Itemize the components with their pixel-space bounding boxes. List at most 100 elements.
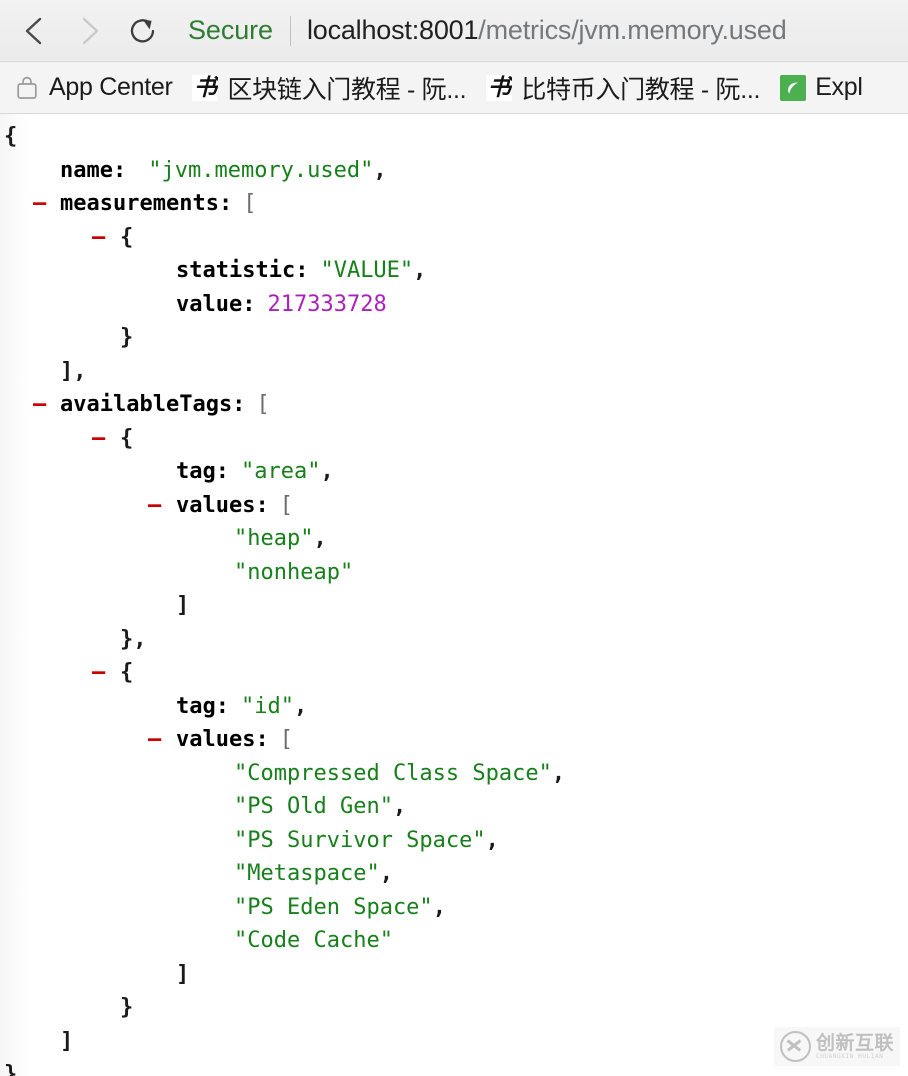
- json-line: "heap",: [0, 522, 908, 556]
- json-array-item: "nonheap": [234, 559, 354, 585]
- json-value-statistic: "VALUE": [320, 258, 414, 283]
- bookmark-label: 比特币入门教程 - 阮...: [521, 75, 761, 104]
- bookmark-explore[interactable]: Expl: [772, 70, 870, 105]
- bracket-close: ]: [176, 961, 190, 987]
- favicon-glyph: 书: [486, 74, 513, 101]
- comma: ,: [551, 760, 566, 786]
- brace-close: },: [120, 626, 147, 652]
- json-array-item: "PS Eden Space": [234, 894, 433, 920]
- comma: ,: [432, 894, 446, 920]
- json-value-value: 217333728: [267, 291, 387, 317]
- bookmark-label: 区块链入门教程 - 阮...: [227, 75, 467, 104]
- bracket-open: [: [279, 492, 293, 518]
- json-line: "PS Eden Space",: [0, 891, 908, 925]
- comma: ,: [485, 827, 499, 853]
- browser-chrome: Secure localhost:8001/metrics/jvm.memory…: [0, 0, 908, 114]
- comma: ,: [293, 693, 308, 719]
- json-line: ],: [0, 355, 908, 389]
- browser-toolbar: Secure localhost:8001/metrics/jvm.memory…: [0, 0, 908, 62]
- url-path: /metrics/jvm.memory.used: [478, 15, 787, 45]
- collapse-toggle-measurement-item[interactable]: –: [92, 221, 105, 255]
- favicon-glyph: 书: [192, 74, 219, 101]
- json-key-name: name:: [60, 157, 127, 183]
- json-key-values: values:: [176, 492, 269, 518]
- json-line: ]: [0, 958, 908, 992]
- json-value-tag: "id": [240, 693, 294, 719]
- bookmark-label: Expl: [815, 73, 863, 101]
- shopping-bag-icon: [14, 75, 40, 101]
- collapse-toggle-values-area[interactable]: –: [148, 489, 161, 523]
- bookmark-blockchain-tutorial[interactable]: 书 区块链入门教程 - 阮...: [184, 67, 474, 109]
- json-line: – availableTags:[: [0, 388, 908, 422]
- comma: ,: [320, 459, 334, 484]
- back-arrow-icon: [25, 17, 42, 44]
- json-key-tag: tag:: [176, 459, 229, 484]
- collapse-toggle-measurements[interactable]: –: [33, 187, 46, 221]
- json-line: tag: "area",: [0, 455, 908, 489]
- brace-open: {: [120, 224, 134, 250]
- reload-icon: [130, 18, 155, 42]
- back-button[interactable]: [8, 4, 62, 58]
- brace-close: }: [4, 1062, 18, 1076]
- cn-calligraphy-favicon: 书: [486, 74, 513, 101]
- json-key-values: values:: [176, 727, 269, 752]
- json-array-item: "Code Cache": [234, 928, 393, 953]
- bracket-close: ]: [176, 593, 190, 618]
- bracket-close: ],: [60, 358, 87, 384]
- brace-close: }: [120, 995, 134, 1020]
- json-array-item: "PS Survivor Space": [234, 827, 486, 853]
- bracket-open: [: [279, 727, 293, 752]
- json-array-item: "heap": [234, 526, 314, 551]
- comma: ,: [379, 861, 393, 886]
- collapse-toggle-tag-area[interactable]: –: [92, 422, 105, 456]
- comma: ,: [313, 526, 327, 551]
- watermark-en-text: CHUANGXIN HULIAN: [815, 1052, 884, 1060]
- comma: ,: [373, 157, 387, 183]
- brace-open: {: [120, 425, 134, 451]
- bookmark-bitcoin-tutorial[interactable]: 书 比特币入门教程 - 阮...: [478, 67, 768, 109]
- bracket-open: [: [243, 191, 257, 216]
- reload-button[interactable]: [116, 4, 170, 58]
- json-line: "Compressed Class Space",: [0, 757, 908, 791]
- brace-open: {: [120, 660, 134, 685]
- json-line: – measurements:[: [0, 187, 908, 221]
- collapse-toggle-tag-id[interactable]: –: [92, 656, 105, 690]
- json-line: {: [0, 120, 908, 154]
- collapse-toggle-values-id[interactable]: –: [148, 723, 161, 757]
- address-bar[interactable]: Secure localhost:8001/metrics/jvm.memory…: [170, 0, 908, 62]
- watermark-logo-icon: [779, 1031, 811, 1062]
- bookmark-app-center[interactable]: App Center: [6, 70, 180, 105]
- json-line: "Metaspace",: [0, 857, 908, 891]
- green-leaf-favicon: [780, 74, 807, 101]
- collapse-toggle-availabletags[interactable]: –: [33, 388, 46, 422]
- json-line: ]: [0, 589, 908, 623]
- json-key-tag: tag:: [176, 693, 229, 719]
- comma: ,: [392, 794, 407, 819]
- json-viewer-body: { name: "jvm.memory.used", – measurements:…: [0, 114, 908, 1076]
- json-line: "PS Survivor Space",: [0, 824, 908, 858]
- security-indicator: Secure: [188, 15, 273, 45]
- json-array-item: "Compressed Class Space": [234, 760, 552, 786]
- json-line: –{: [0, 221, 908, 255]
- forward-arrow-icon: [82, 17, 99, 44]
- json-value-name: "jvm.memory.used": [148, 157, 374, 183]
- url-text: localhost:8001/metrics/jvm.memory.used: [307, 15, 787, 46]
- json-line: "Code Cache": [0, 924, 908, 958]
- url-host: localhost:8001: [306, 15, 479, 45]
- cn-calligraphy-favicon: 书: [192, 74, 219, 101]
- json-line: }: [0, 321, 908, 355]
- json-line: },: [0, 623, 908, 657]
- forward-button: [62, 4, 116, 58]
- json-line: "nonheap": [0, 556, 908, 590]
- bracket-close: ]: [60, 1028, 74, 1054]
- bookmarks-bar: App Center 书 区块链入门教程 - 阮... 书 比特币入门教程 - …: [0, 62, 908, 114]
- json-line: ]: [0, 1025, 908, 1059]
- json-line: statistic: "VALUE",: [0, 254, 908, 288]
- json-line: – values: [: [0, 723, 908, 757]
- json-line: name: "jvm.memory.used",: [0, 154, 908, 188]
- brace-open: {: [4, 124, 18, 149]
- json-value-tag: "area": [240, 459, 321, 484]
- json-line: "PS Old Gen",: [0, 790, 908, 824]
- json-line: – values: [: [0, 489, 908, 523]
- json-key-value: value:: [176, 291, 256, 317]
